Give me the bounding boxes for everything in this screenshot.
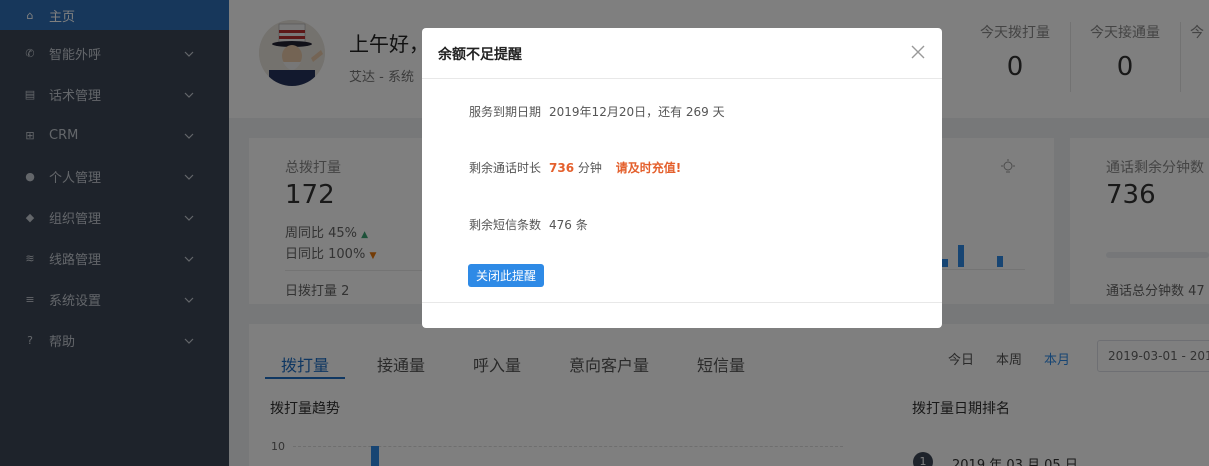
balance-alert-dialog: 余额不足提醒 服务到期日期 2019年12月20日，还有 269 天 剩余通话时长… [422, 28, 942, 328]
sms-value: 476 条 [549, 218, 588, 232]
minutes-unit: 分钟 [577, 161, 602, 175]
expiry-value: 2019年12月20日，还有 269 天 [549, 105, 725, 119]
close-reminder-button[interactable]: 关闭此提醒 [468, 264, 544, 287]
expiry-label: 服务到期日期 [469, 105, 542, 119]
close-icon[interactable] [910, 44, 926, 60]
minutes-row: 剩余通话时长 736 分钟 请及时充值! [469, 159, 681, 176]
minutes-label: 剩余通话时长 [469, 161, 542, 175]
sms-label: 剩余短信条数 [469, 218, 542, 232]
dialog-header: 余额不足提醒 [422, 28, 942, 79]
sms-row: 剩余短信条数 476 条 [469, 216, 588, 233]
recharge-warning: 请及时充值! [615, 161, 682, 175]
minutes-value: 736 [549, 161, 575, 175]
divider [422, 302, 942, 303]
expiry-row: 服务到期日期 2019年12月20日，还有 269 天 [469, 103, 725, 120]
dialog-title: 余额不足提醒 [438, 47, 522, 63]
